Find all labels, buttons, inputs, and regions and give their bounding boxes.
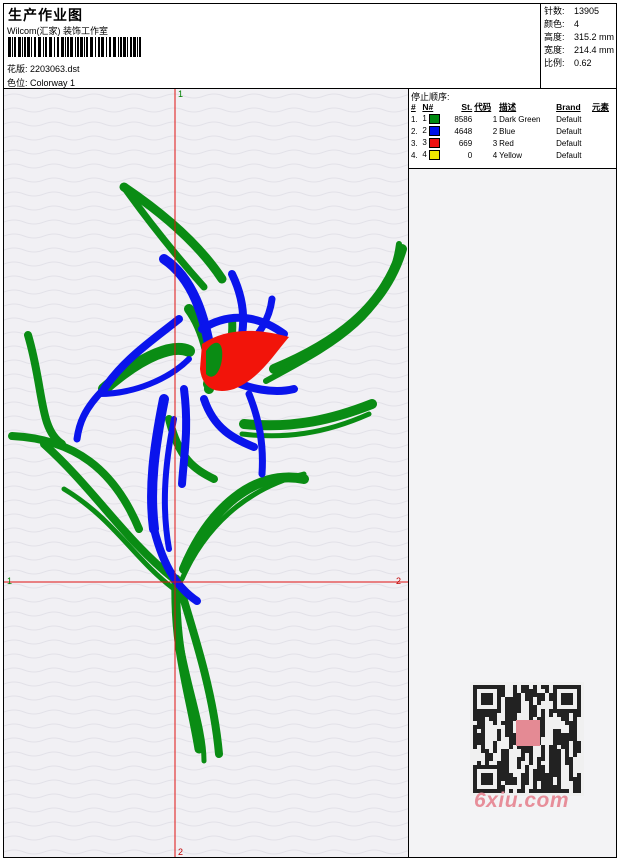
qr-logo-stamp bbox=[516, 720, 540, 746]
watermark-text: 6xiu.com bbox=[474, 789, 570, 812]
stat-height: 高度: 315.2 mm bbox=[544, 32, 615, 42]
design-canvas[interactable]: 1 1 2 2 bbox=[4, 89, 409, 857]
stat-stitches: 针数: 13905 bbox=[544, 6, 600, 16]
table-row[interactable]: 1. 1 8586 1 Dark Green Default bbox=[410, 113, 616, 125]
stat-width: 宽度: 214.4 mm bbox=[544, 45, 615, 55]
barcode bbox=[8, 37, 141, 57]
page-title: 生产作业图 bbox=[8, 7, 83, 23]
table-row[interactable]: 3. 3 669 3 Red Default bbox=[410, 137, 616, 149]
stop-table-header: # N# St. 代码 描述 Brand 元素 bbox=[410, 101, 616, 113]
company-name: Wilcom(汇家) 装饰工作室 bbox=[7, 26, 108, 36]
qr-code bbox=[470, 682, 584, 796]
col-n: N# bbox=[422, 102, 434, 112]
color-swatch bbox=[429, 150, 441, 160]
axis-label-top: 1 bbox=[178, 89, 184, 99]
stop-sequence-table: # N# St. 代码 描述 Brand 元素 1. 1 8586 1 Dark… bbox=[410, 101, 616, 161]
axis-label-left: 1 bbox=[7, 576, 13, 586]
axis-label-right: 2 bbox=[396, 576, 402, 586]
embroidery-design bbox=[4, 89, 409, 857]
design-file: 花版: 2203063.dst bbox=[7, 64, 80, 74]
stat-colors: 颜色: 4 bbox=[544, 19, 580, 29]
col-code: 代码 bbox=[474, 102, 492, 112]
axis-label-bottom: 2 bbox=[178, 847, 184, 857]
col-element: 元素 bbox=[591, 102, 609, 112]
col-desc: 描述 bbox=[499, 102, 517, 112]
table-row[interactable]: 2. 2 4648 2 Blue Default bbox=[410, 125, 616, 137]
stats-panel: 针数: 13905 颜色: 4 高度: 315.2 mm 宽度: 214.4 mm 比例… bbox=[540, 4, 616, 88]
col-stitches: St. bbox=[461, 102, 473, 112]
table-row[interactable]: 4. 4 0 4 Yellow Default bbox=[410, 149, 616, 161]
col-brand: Brand bbox=[556, 102, 581, 112]
color-swatch bbox=[429, 138, 441, 148]
stat-scale: 比例: 0.62 bbox=[544, 58, 592, 68]
col-num: # bbox=[411, 102, 416, 112]
color-swatch bbox=[429, 114, 441, 124]
color-swatch bbox=[429, 126, 441, 136]
